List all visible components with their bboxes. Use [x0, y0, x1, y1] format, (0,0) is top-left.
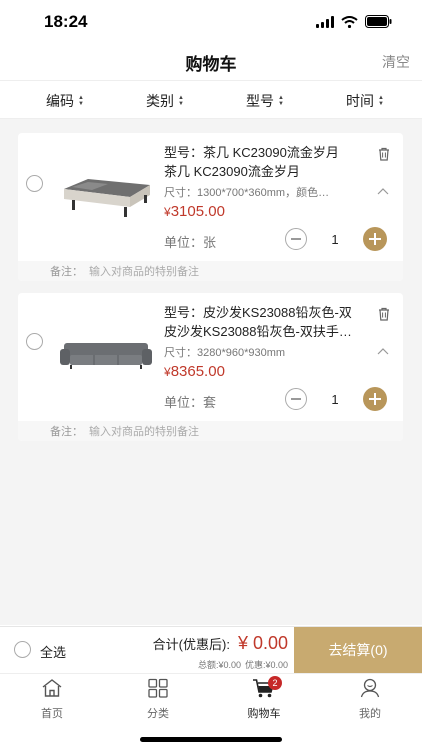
- quantity-value[interactable]: 1: [307, 232, 363, 247]
- tab-label: 我的: [359, 708, 381, 720]
- increase-quantity-button[interactable]: [363, 227, 387, 251]
- currency-symbol: ¥: [164, 205, 171, 219]
- page-title: 购物车: [185, 55, 237, 74]
- total-row: 合计(优惠后): ¥ 0.00: [153, 633, 288, 654]
- checkout-bar: 全选 合计(优惠后): ¥ 0.00 总额:¥0.00 优惠:¥0.00 去结算…: [0, 626, 422, 673]
- item-spec: 尺寸：3280*960*930mm: [164, 347, 286, 359]
- item-model-line2: 皮沙发KS23088铅灰色-双扶手大…: [164, 324, 363, 339]
- item-model-line1: 型号：茶几 KC23090流金岁月: [164, 145, 339, 160]
- quantity-stepper: 1: [285, 387, 387, 411]
- remark-placeholder[interactable]: 输入对商品的特别备注: [89, 423, 199, 439]
- wifi-icon: [341, 15, 358, 28]
- remark-label: 备注：: [50, 266, 83, 278]
- cart-badge: 2: [268, 676, 282, 690]
- status-icons: [316, 15, 392, 28]
- total-amount: 总额:¥0.00: [197, 660, 241, 670]
- status-time: 18:24: [44, 12, 88, 31]
- increase-quantity-button[interactable]: [363, 387, 387, 411]
- currency-symbol: ¥: [164, 365, 171, 379]
- item-info: 型号：皮沙发KS23088铅灰色-双 皮沙发KS23088铅灰色-双扶手大… 尺…: [164, 303, 363, 380]
- cart-list: 型号：茶几 KC23090流金岁月 茶几 KC23090流金岁月 尺寸：1300…: [0, 119, 422, 625]
- sort-by-model[interactable]: 型号 ▲ ▼: [246, 91, 284, 111]
- item-model: 型号：茶几 KC23090流金岁月 茶几 KC23090流金岁月: [164, 143, 363, 181]
- sort-label: 编码: [46, 93, 74, 109]
- sort-label: 时间: [346, 93, 374, 109]
- tab-home[interactable]: 首页: [22, 678, 82, 721]
- sort-arrows-icon: ▲ ▼: [278, 95, 284, 107]
- sort-arrows-icon: ▲ ▼: [78, 95, 84, 107]
- item-model-line1: 型号：皮沙发KS23088铅灰色-双: [164, 305, 352, 320]
- select-all-label[interactable]: 全选: [40, 642, 66, 661]
- tab-label: 首页: [41, 708, 63, 720]
- item-price: ¥8365.00: [164, 363, 363, 380]
- chevron-up-icon[interactable]: [377, 187, 389, 195]
- signal-icon: [316, 15, 334, 28]
- cart-item-main: 型号：茶几 KC23090流金岁月 茶几 KC23090流金岁月 尺寸：1300…: [18, 133, 403, 261]
- status-bar: 18:24: [0, 0, 422, 44]
- chevron-up-icon[interactable]: [377, 347, 389, 355]
- select-all-checkbox[interactable]: [14, 641, 31, 658]
- total-value: ¥ 0.00: [237, 633, 288, 653]
- remark-label: 备注：: [50, 426, 83, 438]
- item-spec: 尺寸：1300*700*360mm，颜色…: [164, 187, 330, 199]
- quantity-value[interactable]: 1: [307, 392, 363, 407]
- cart-item: 型号：茶几 KC23090流金岁月 茶几 KC23090流金岁月 尺寸：1300…: [18, 133, 403, 281]
- tab-label: 分类: [147, 708, 169, 720]
- item-model: 型号：皮沙发KS23088铅灰色-双 皮沙发KS23088铅灰色-双扶手大…: [164, 303, 363, 341]
- sort-by-category[interactable]: 类别 ▲ ▼: [146, 91, 184, 111]
- decrease-quantity-button[interactable]: [285, 388, 307, 410]
- clear-cart-button[interactable]: 清空: [382, 52, 410, 72]
- category-icon: [148, 678, 168, 698]
- price-value: 8365.00: [170, 363, 225, 380]
- item-checkbox[interactable]: [26, 175, 43, 192]
- sort-arrows-icon: ▲ ▼: [178, 95, 184, 107]
- sofa-image: [60, 343, 152, 369]
- sort-by-code[interactable]: 编码 ▲ ▼: [46, 91, 84, 111]
- item-info: 型号：茶几 KC23090流金岁月 茶几 KC23090流金岁月 尺寸：1300…: [164, 143, 363, 220]
- sort-label: 型号: [246, 93, 274, 109]
- nav-bar: 购物车 清空: [0, 44, 422, 81]
- trash-icon[interactable]: [377, 307, 391, 321]
- quantity-stepper: 1: [285, 227, 387, 251]
- coffee-table-image: [64, 179, 150, 217]
- decrease-quantity-button[interactable]: [285, 228, 307, 250]
- home-icon: [42, 679, 62, 697]
- total-breakdown: 总额:¥0.00 优惠:¥0.00: [198, 658, 288, 671]
- sort-bar: 编码 ▲ ▼ 类别 ▲ ▼ 型号 ▲ ▼ 时间 ▲ ▼: [0, 82, 422, 119]
- tab-cart[interactable]: 2 购物车: [234, 676, 294, 721]
- sort-by-time[interactable]: 时间 ▲ ▼: [346, 91, 384, 111]
- battery-icon: [365, 15, 392, 28]
- remark-field[interactable]: 备注： 输入对商品的特别备注: [18, 261, 403, 281]
- item-unit: 单位：套: [164, 395, 217, 410]
- item-unit: 单位：张: [164, 235, 217, 250]
- total-label: 合计(优惠后):: [152, 637, 230, 652]
- item-price: ¥3105.00: [164, 203, 363, 220]
- profile-icon: [360, 678, 380, 698]
- item-checkbox[interactable]: [26, 333, 43, 350]
- remark-field[interactable]: 备注： 输入对商品的特别备注: [18, 421, 403, 441]
- price-value: 3105.00: [170, 203, 225, 220]
- checkout-button[interactable]: 去结算(0): [294, 627, 422, 673]
- remark-placeholder[interactable]: 输入对商品的特别备注: [89, 263, 199, 279]
- discount-amount: 优惠:¥0.00: [244, 660, 288, 670]
- cart-item-main: 型号：皮沙发KS23088铅灰色-双 皮沙发KS23088铅灰色-双扶手大… 尺…: [18, 293, 403, 421]
- home-indicator: [140, 737, 282, 742]
- cart-item: 型号：皮沙发KS23088铅灰色-双 皮沙发KS23088铅灰色-双扶手大… 尺…: [18, 293, 403, 441]
- tab-profile[interactable]: 我的: [340, 678, 400, 721]
- trash-icon[interactable]: [377, 147, 391, 161]
- tab-category[interactable]: 分类: [128, 678, 188, 721]
- sort-arrows-icon: ▲ ▼: [378, 95, 384, 107]
- sort-label: 类别: [146, 93, 174, 109]
- tab-label: 购物车: [247, 708, 281, 720]
- item-model-line2: 茶几 KC23090流金岁月: [164, 164, 300, 179]
